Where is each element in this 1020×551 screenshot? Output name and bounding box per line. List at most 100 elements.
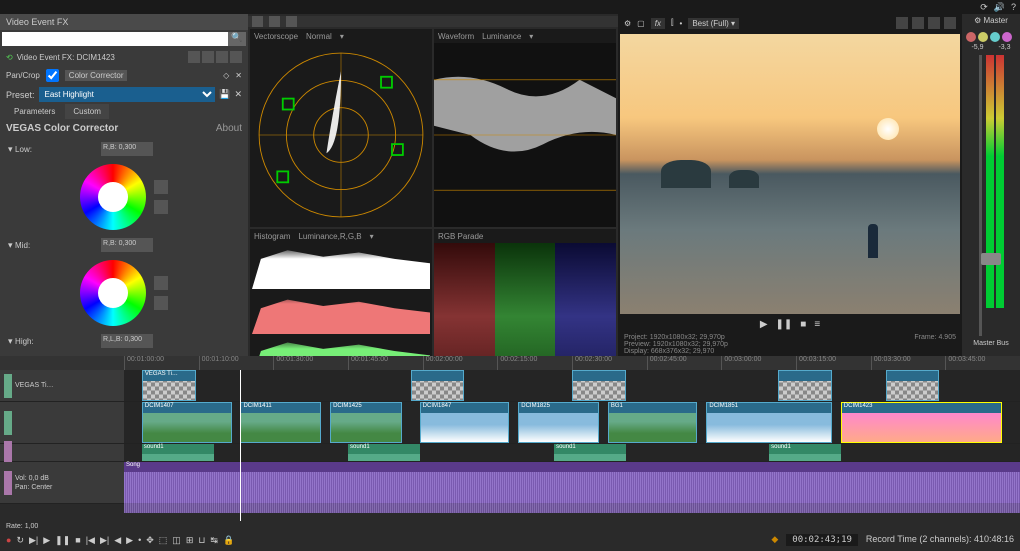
- stop-button[interactable]: ■: [75, 535, 80, 545]
- vol-value[interactable]: 0,0 dB: [29, 475, 49, 482]
- sync-icon[interactable]: ⟳: [980, 2, 988, 13]
- chevron-down-icon[interactable]: ▾: [529, 32, 533, 41]
- clip[interactable]: DCIM1847: [420, 402, 510, 443]
- track-header-2[interactable]: [0, 402, 124, 443]
- pan-value[interactable]: Center: [31, 484, 52, 491]
- track-music-content[interactable]: Song: [124, 462, 1020, 503]
- clip[interactable]: DCIM1407: [142, 402, 232, 443]
- audio-clip[interactable]: sound1: [769, 444, 841, 461]
- automation-icon[interactable]: [1002, 32, 1012, 42]
- restore-icon[interactable]: ⟲: [6, 53, 13, 62]
- fx-toolbar-icon[interactable]: [230, 51, 242, 63]
- rate-value[interactable]: 1,00: [25, 523, 39, 530]
- next-frame-button[interactable]: ▶: [126, 535, 133, 546]
- tab-custom[interactable]: Custom: [65, 104, 109, 119]
- go-end-button[interactable]: ▶|: [100, 535, 109, 546]
- fx-chain-icon[interactable]: ◇: [223, 71, 229, 80]
- preview-settings-icon[interactable]: ⚙: [624, 19, 631, 28]
- help-icon[interactable]: ?: [1011, 2, 1016, 13]
- waveform-mode[interactable]: Luminance: [482, 32, 521, 41]
- music-clip[interactable]: Song: [124, 462, 1020, 503]
- tool-icon[interactable]: ⊞: [186, 535, 194, 546]
- clip[interactable]: DCIM1411: [240, 402, 321, 443]
- overlay-icon[interactable]: [896, 17, 908, 29]
- auto-ripple-icon[interactable]: ↹: [210, 535, 218, 546]
- audio-clip[interactable]: sound1: [554, 444, 626, 461]
- timeline-ruler[interactable]: 00:01:00:0000:01:10:0000:01:30:0000:01:4…: [0, 356, 1020, 370]
- transport-menu-icon[interactable]: ≡: [814, 319, 820, 330]
- clip[interactable]: DCIM1825: [518, 402, 599, 443]
- preview-option-icon[interactable]: [928, 17, 940, 29]
- fx-toolbar-icon[interactable]: [188, 51, 200, 63]
- tool-icon[interactable]: ✥: [146, 535, 154, 546]
- fx-button[interactable]: fx: [651, 18, 665, 29]
- low-value[interactable]: R,B: 0,300: [101, 142, 153, 156]
- chevron-down-icon[interactable]: ▾: [370, 232, 374, 241]
- clip[interactable]: BG1: [608, 402, 698, 443]
- audio-clip[interactable]: sound1: [348, 444, 420, 461]
- audio-clip[interactable]: sound1: [142, 444, 214, 461]
- go-start-button[interactable]: |◀: [86, 535, 95, 546]
- expand-icon[interactable]: ▾: [8, 240, 13, 251]
- fx-icon[interactable]: [990, 32, 1000, 42]
- scope-tool-icon[interactable]: [269, 16, 280, 27]
- play-button[interactable]: ▶: [43, 535, 50, 546]
- expand-icon[interactable]: ▾: [8, 144, 13, 155]
- split-icon[interactable]: ⫿: [671, 18, 674, 28]
- chevron-down-icon[interactable]: ▾: [340, 32, 344, 41]
- pause-button[interactable]: ❚❚: [55, 535, 70, 546]
- stop-button[interactable]: ■: [800, 319, 806, 330]
- solo-icon[interactable]: [978, 32, 988, 42]
- settings-icon[interactable]: ⚙: [974, 16, 981, 25]
- preset-dropdown[interactable]: East Highlight: [39, 87, 216, 102]
- clip[interactable]: DCIM1425: [330, 402, 402, 443]
- tab-parameters[interactable]: Parameters: [6, 104, 63, 119]
- snap-icon[interactable]: ⊔: [198, 535, 205, 546]
- crumb-pancrop[interactable]: Pan/Crop: [6, 71, 40, 80]
- pause-button[interactable]: ❚❚: [776, 319, 793, 330]
- low-color-wheel[interactable]: [80, 164, 146, 230]
- high-value[interactable]: R,L,B: 0,300: [101, 334, 153, 348]
- fx-add-icon[interactable]: ✕: [235, 71, 242, 80]
- mute-icon[interactable]: [966, 32, 976, 42]
- mid-color-wheel[interactable]: [80, 260, 146, 326]
- lock-icon[interactable]: 🔒: [223, 535, 234, 546]
- prev-frame-button[interactable]: ◀: [114, 535, 121, 546]
- fx-toolbar-icon[interactable]: [216, 51, 228, 63]
- tool-icon[interactable]: ◫: [172, 535, 181, 546]
- quality-dropdown[interactable]: Best (Full) ▾: [688, 18, 739, 29]
- histogram-mode[interactable]: Luminance,R,G,B: [298, 232, 361, 241]
- track-header-sfx[interactable]: [0, 444, 124, 461]
- timecode-display[interactable]: 00:02:43;19: [786, 534, 858, 546]
- play-start-button[interactable]: ▶|: [29, 535, 38, 546]
- master-fader[interactable]: [981, 253, 1001, 265]
- track-sfx-content[interactable]: sound1 sound1 sound1 sound1: [124, 444, 1020, 461]
- clip[interactable]: DCIM1851: [706, 402, 831, 443]
- eyedropper-icon[interactable]: [154, 276, 168, 290]
- snapshot-icon[interactable]: [912, 17, 924, 29]
- external-monitor-icon[interactable]: ▢: [637, 19, 645, 28]
- marker-icon[interactable]: ◆: [771, 534, 778, 546]
- eyedropper-icon[interactable]: [154, 180, 168, 194]
- record-button[interactable]: ●: [6, 535, 11, 545]
- fx-toolbar-icon[interactable]: [202, 51, 214, 63]
- clip[interactable]: DCIM1423: [841, 402, 1002, 443]
- tool-icon[interactable]: ⬚: [159, 535, 168, 546]
- preset-delete-icon[interactable]: ✕: [234, 89, 242, 100]
- expand-icon[interactable]: ▾: [8, 336, 13, 347]
- loop-button[interactable]: ↻: [16, 535, 24, 546]
- vectorscope-mode[interactable]: Normal: [306, 32, 332, 41]
- mid-value[interactable]: R,B: 0,300: [101, 238, 153, 252]
- scope-tool-icon[interactable]: [252, 16, 263, 27]
- search-icon[interactable]: 🔍: [228, 32, 246, 46]
- play-button[interactable]: ▶: [760, 319, 768, 330]
- fx-enable-checkbox[interactable]: [46, 69, 59, 82]
- track-header-music[interactable]: Vol: 0,0 dB Pan: Center: [0, 462, 124, 503]
- volume-icon[interactable]: 🔊: [994, 2, 1005, 13]
- scope-tool-icon[interactable]: [286, 16, 297, 27]
- track-2-content[interactable]: DCIM1407 DCIM1411 DCIM1425 DCIM1847 DCIM…: [124, 402, 1020, 443]
- complement-icon[interactable]: [154, 296, 168, 310]
- complement-icon[interactable]: [154, 200, 168, 214]
- crumb-colorcorrector[interactable]: Color Corrector: [65, 70, 128, 81]
- track-header-1[interactable]: VEGAS Ti…: [0, 370, 124, 401]
